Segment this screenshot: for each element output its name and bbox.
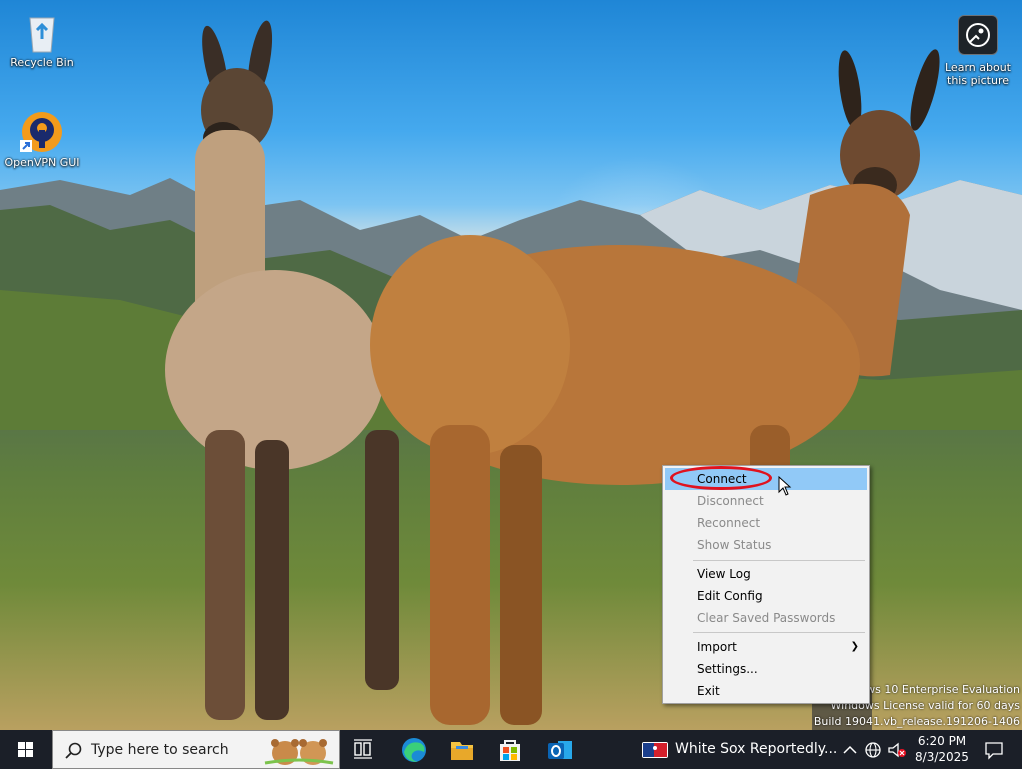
folder-icon [451, 742, 473, 760]
menu-item-connect[interactable]: Connect [665, 468, 867, 490]
menu-item-settings[interactable]: Settings... [665, 658, 867, 680]
network-globe-icon[interactable] [864, 741, 882, 759]
taskbar-search-box[interactable]: Type here to search [52, 730, 340, 769]
clock-time: 6:20 PM [917, 734, 967, 748]
store-bag-icon [500, 740, 520, 761]
menu-label: Disconnect [697, 494, 764, 508]
mlb-logo-icon [642, 742, 668, 758]
desktop-icon-openvpn[interactable]: OpenVPN GUI [2, 110, 82, 169]
menu-item-show-status: Show Status [665, 534, 867, 556]
watermark-line-3: Build 19041.vb_release.191206-1406 [813, 715, 1020, 728]
windows-logo-icon [18, 742, 33, 757]
menu-item-clear-saved-passwords: Clear Saved Passwords [665, 607, 867, 629]
menu-label: Exit [697, 684, 720, 698]
recycle-bin-icon [20, 10, 64, 54]
menu-item-reconnect: Reconnect [665, 512, 867, 534]
clock-date: 8/3/2025 [915, 750, 969, 764]
submenu-arrow-icon: ❯ [850, 641, 859, 652]
menu-item-exit[interactable]: Exit [665, 680, 867, 702]
menu-label: Clear Saved Passwords [697, 611, 836, 625]
learn-line-2: this picture [947, 74, 1009, 87]
menu-item-edit-config[interactable]: Edit Config [665, 585, 867, 607]
menu-item-import[interactable]: Import ❯ [665, 636, 867, 658]
menu-label: Import [697, 640, 737, 654]
task-view-button[interactable] [340, 730, 388, 769]
openvpn-context-menu: Connect Disconnect Reconnect Show Status… [662, 465, 870, 704]
desktop-icon-recycle-bin[interactable]: Recycle Bin [2, 10, 82, 69]
desktop-icon-label: Recycle Bin [10, 56, 74, 69]
taskbar-outlook[interactable] [536, 730, 584, 769]
menu-label: Show Status [697, 538, 772, 552]
openvpn-icon [20, 110, 64, 154]
menu-label: Connect [697, 472, 747, 486]
menu-separator [693, 632, 865, 633]
task-view-icon [354, 739, 372, 759]
menu-label: Settings... [697, 662, 758, 676]
edge-browser-icon [402, 738, 426, 762]
news-headline: White Sox Reportedly... [675, 741, 838, 757]
menu-separator [693, 560, 865, 561]
volume-muted-icon[interactable] [887, 741, 907, 759]
menu-item-view-log[interactable]: View Log [665, 563, 867, 585]
taskbar-clock[interactable]: 6:20 PM 8/3/2025 [912, 733, 972, 765]
show-hidden-icons-chevron-icon[interactable] [842, 742, 858, 758]
taskbar-edge[interactable] [390, 730, 438, 769]
taskbar: Type here to search White Sox Reportedly… [0, 730, 1022, 769]
menu-item-disconnect: Disconnect [665, 490, 867, 512]
learn-about-picture[interactable]: Learn about this picture [938, 15, 1018, 87]
search-highlight-bears-icon [264, 739, 334, 765]
news-widget[interactable]: White Sox Reportedly... [640, 730, 837, 769]
search-placeholder: Type here to search [91, 742, 229, 758]
taskbar-file-explorer[interactable] [438, 730, 486, 769]
learn-line-1: Learn about [945, 61, 1011, 74]
camera-info-icon [958, 15, 998, 55]
menu-label: Edit Config [697, 589, 763, 603]
outlook-icon [548, 741, 572, 759]
menu-label: View Log [697, 567, 751, 581]
search-icon [65, 742, 82, 759]
taskbar-store[interactable] [486, 730, 534, 769]
notification-center-icon[interactable] [984, 740, 1004, 760]
menu-label: Reconnect [697, 516, 761, 530]
start-button[interactable] [0, 730, 52, 769]
mouse-cursor-icon [778, 476, 792, 496]
desktop-icon-label: OpenVPN GUI [4, 156, 80, 169]
